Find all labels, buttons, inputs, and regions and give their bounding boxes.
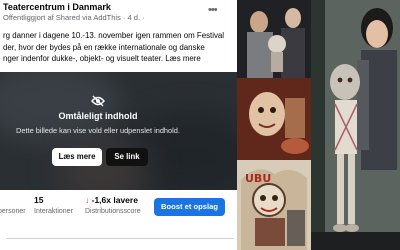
facebook-post: Teatercentrum i Danmark Offentliggjort a… (0, 0, 237, 250)
warning-description: Dette billede kan vise vold eller udpens… (16, 126, 180, 135)
boost-post-button[interactable]: Boost et opslag (154, 198, 225, 216)
svg-text:UBU: UBU (245, 172, 271, 185)
arrow-down-icon: ↓ (85, 195, 90, 205)
post-header: Teatercentrum i Danmark Offentliggjort a… (0, 0, 237, 26)
distribution-label: Distributionsscore (85, 208, 141, 215)
page-name-link[interactable]: Teatercentrum i Danmark (3, 2, 111, 12)
eye-slash-icon (91, 95, 105, 107)
photo-collage: UBU (237, 0, 400, 250)
learn-more-button[interactable]: Læs mere (52, 148, 102, 166)
puppet-head-photo[interactable] (237, 78, 311, 160)
distribution-score: ↓ -1,6x lavere (85, 195, 138, 205)
post-insights: personer 15 Interaktioner ↓ -1,6x lavere… (0, 190, 237, 250)
performers-photo[interactable] (237, 0, 311, 78)
woman-with-puppet-photo[interactable] (311, 0, 400, 250)
interactions-count: 15 (34, 195, 44, 205)
see-link-button[interactable]: Se link (106, 148, 148, 166)
ellipsis-icon[interactable]: ••• (208, 5, 222, 16)
divider (6, 238, 234, 239)
people-reached-label: personer (0, 208, 26, 215)
post-text: rg danner i dagene 10.-13. november igen… (3, 31, 225, 63)
sensitive-content-overlay[interactable]: Omtåleligt indhold Dette billede kan vis… (0, 72, 237, 190)
interactions-label: Interaktioner (34, 208, 73, 215)
illustrated-poster-photo[interactable]: UBU (237, 160, 311, 250)
warning-title: Omtåleligt indhold (58, 111, 138, 121)
post-meta: Offentliggjort af Shared via AddThis · 4… (3, 13, 145, 22)
